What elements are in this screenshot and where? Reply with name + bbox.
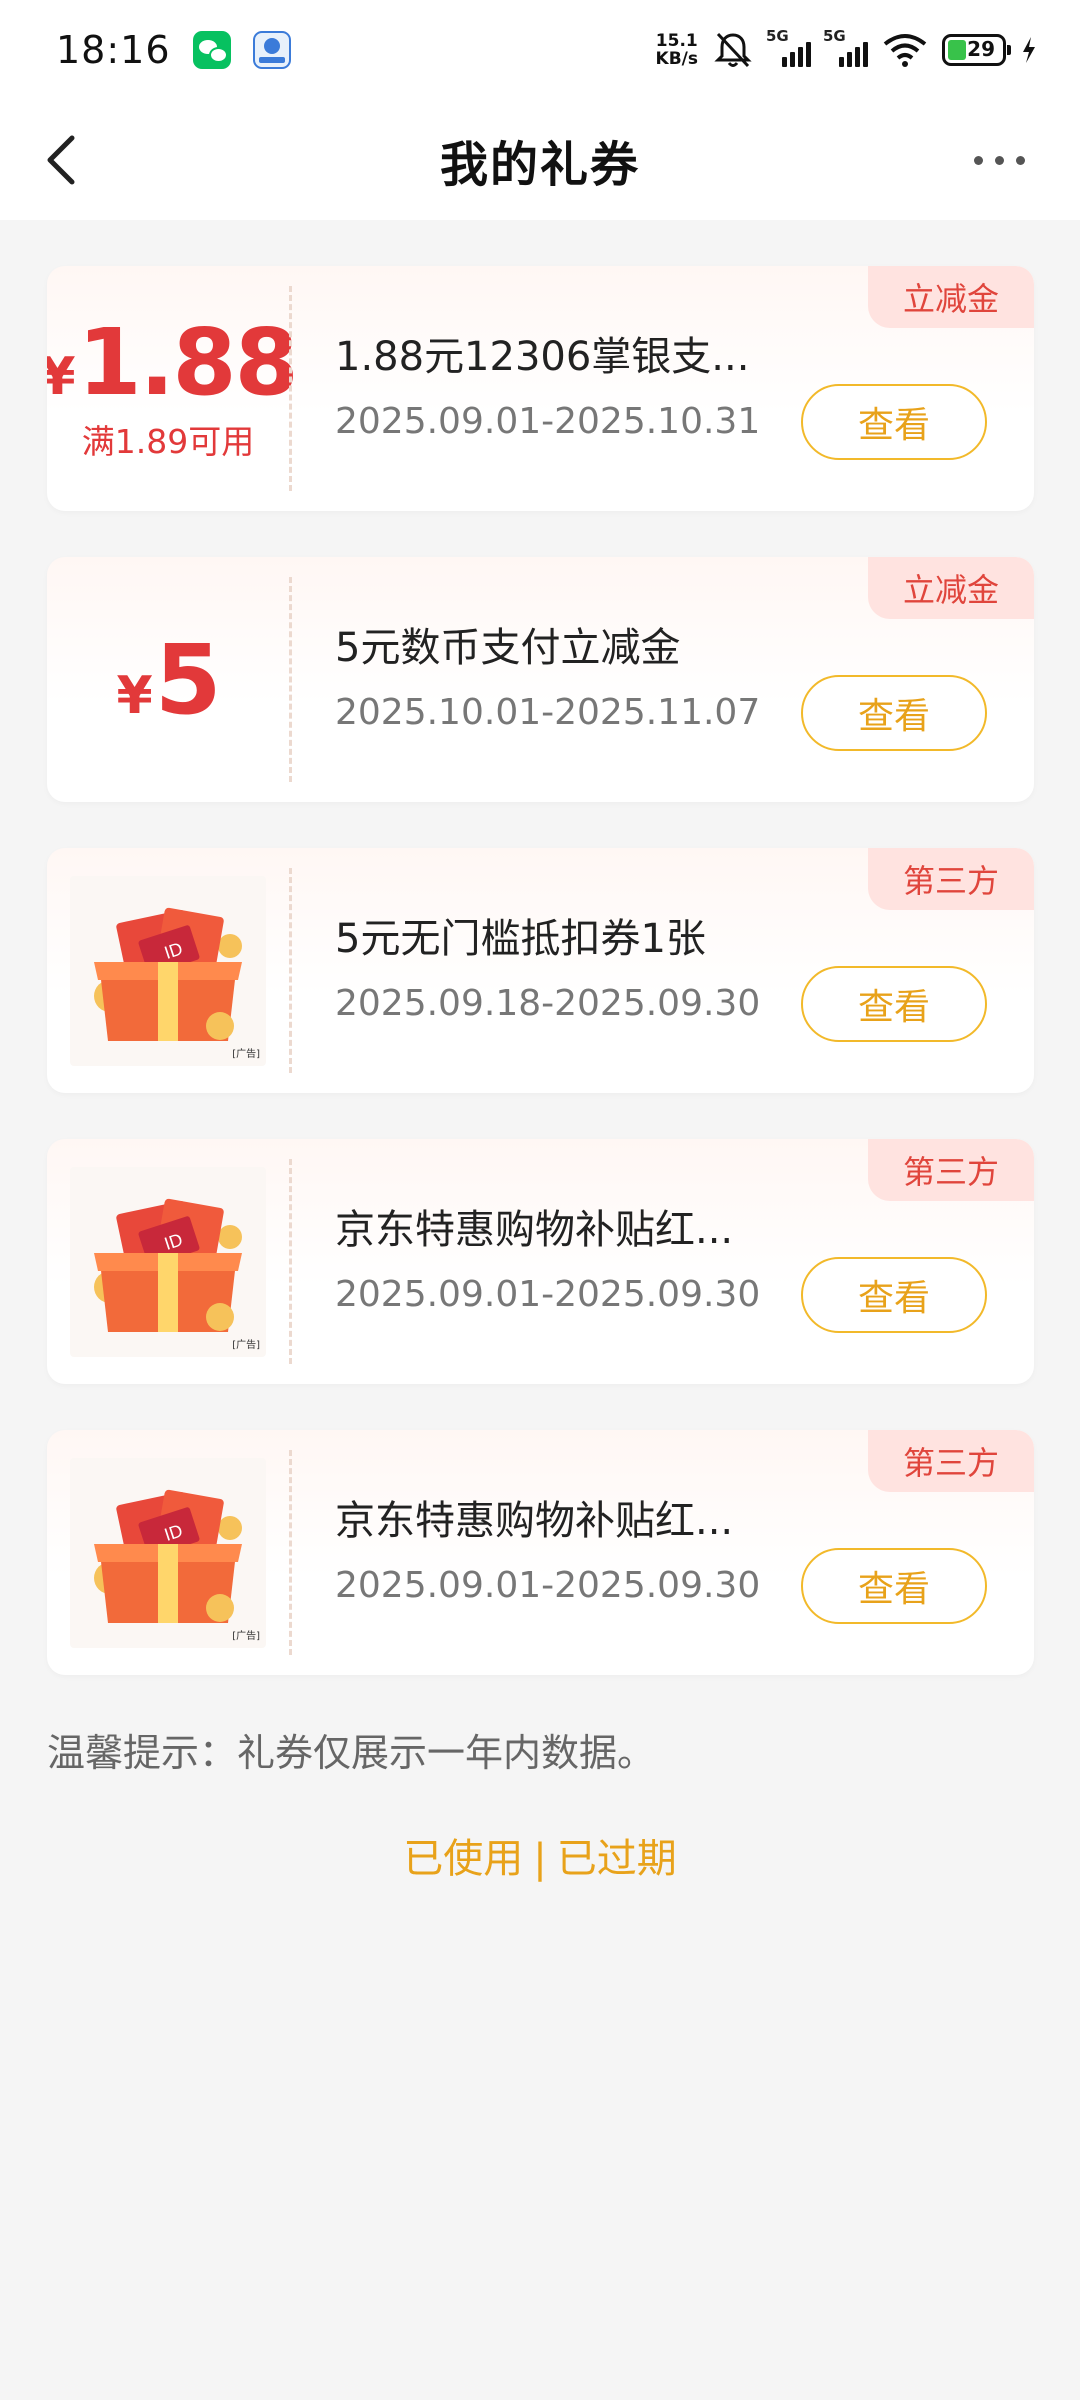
network-speed: 15.1 KB/s <box>656 32 698 68</box>
coupon-validity: 2025.10.01-2025.11.07 <box>335 692 761 733</box>
more-dot-icon <box>973 155 983 165</box>
coupon-image-area: ID [广告] <box>47 848 289 1093</box>
coupon-value: ¥ 1.88 满1.89可用 <box>47 266 299 511</box>
signal-2: 5G <box>823 27 868 67</box>
gift-box-image: ID [广告] <box>70 1457 266 1648</box>
dashed-divider <box>289 1159 292 1364</box>
gift-box-icon: ID <box>94 1198 242 1332</box>
expired-coupons-link[interactable]: 已过期 <box>557 1836 677 1882</box>
more-dot-icon <box>994 155 1004 165</box>
coupon-card[interactable]: ¥ 1.88 满1.89可用 1.88元12306掌银支... 2025.09.… <box>47 266 1034 511</box>
view-button[interactable]: 查看 <box>801 675 987 751</box>
view-button[interactable]: 查看 <box>801 966 987 1042</box>
currency-symbol: ¥ <box>116 665 153 726</box>
coupon-card[interactable]: ID [广告] 京东特惠购物补贴红... 2025.09.01-2025.09.… <box>47 1430 1034 1675</box>
status-right: 15.1 KB/s 5G 5G 29 <box>656 27 1038 70</box>
link-separator: | <box>533 1836 547 1882</box>
coupon-card[interactable]: ID [广告] 5元无门槛抵扣券1张 2025.09.18-2025.09.30… <box>47 848 1034 1093</box>
coupon-value: ¥ 5 <box>47 557 289 802</box>
network-speed-unit: KB/s <box>655 49 698 69</box>
coupon-type-badge: 立减金 <box>868 557 1034 619</box>
battery-fill <box>948 40 966 60</box>
coupon-type-badge: 立减金 <box>868 266 1034 328</box>
coupon-title: 京东特惠购物补贴红... <box>335 1498 734 1544</box>
coupon-image-area: ID [广告] <box>47 1139 289 1384</box>
coupon-title: 5元无门槛抵扣券1张 <box>335 916 706 962</box>
wifi-icon <box>883 34 927 67</box>
amount-value: 1.88 <box>77 308 299 416</box>
battery-level: 29 <box>967 37 995 61</box>
coupon-title: 京东特惠购物补贴红... <box>335 1207 734 1253</box>
ad-label: [广告] <box>232 1048 260 1060</box>
coupon-type-badge: 第三方 <box>868 1139 1034 1201</box>
more-dot-icon <box>1015 155 1025 165</box>
dashed-divider <box>289 1450 292 1655</box>
gift-box-image: ID [广告] <box>70 875 266 1066</box>
battery-icon: 29 <box>942 34 1011 66</box>
page-title: 我的礼券 <box>439 137 640 193</box>
signal-1: 5G <box>766 27 811 67</box>
status-bar: 18:16 15.1 KB/s 5G 5G 29 <box>0 0 1080 100</box>
history-links: 已使用 | 已过期 <box>0 1826 1080 1884</box>
wechat-notification-icon <box>192 31 231 69</box>
view-button[interactable]: 查看 <box>801 1548 987 1624</box>
signal-1-label: 5G <box>766 27 789 45</box>
view-button[interactable]: 查看 <box>801 384 987 460</box>
signal-2-label: 5G <box>823 27 846 45</box>
charging-icon <box>1023 37 1035 63</box>
currency-symbol: ¥ <box>47 346 76 407</box>
coupon-amount: ¥ 5 <box>116 623 222 736</box>
tip-text: 温馨提示：礼券仅展示一年内数据。 <box>47 1731 656 1775</box>
coupon-validity: 2025.09.01-2025.09.30 <box>335 1274 761 1315</box>
ad-label: [广告] <box>232 1630 260 1642</box>
dashed-divider <box>289 868 292 1073</box>
coupon-title: 1.88元12306掌银支... <box>335 334 750 380</box>
coupon-card[interactable]: ID [广告] 京东特惠购物补贴红... 2025.09.01-2025.09.… <box>47 1139 1034 1384</box>
coupon-amount: ¥ 1.88 <box>47 308 299 416</box>
dashed-divider <box>289 577 292 782</box>
amount-value: 5 <box>154 623 222 736</box>
back-button[interactable] <box>38 122 118 198</box>
coupon-list: ¥ 1.88 满1.89可用 1.88元12306掌银支... 2025.09.… <box>47 266 1034 1721</box>
coupon-type-badge: 第三方 <box>868 1430 1034 1492</box>
bank-app-notification-icon <box>252 31 291 69</box>
coupon-condition: 满1.89可用 <box>81 421 255 461</box>
gift-box-icon: ID <box>94 1489 242 1623</box>
nav-bar: 我的礼券 <box>0 100 1080 220</box>
chevron-left-icon <box>47 135 75 185</box>
dashed-divider <box>289 286 292 491</box>
coupon-card[interactable]: ¥ 5 5元数币支付立减金 2025.10.01-2025.11.07 立减金 … <box>47 557 1034 802</box>
network-speed-value: 15.1 <box>655 31 698 51</box>
used-coupons-link[interactable]: 已使用 <box>403 1836 523 1882</box>
mute-icon <box>714 32 752 68</box>
gift-box-image: ID [广告] <box>70 1166 266 1357</box>
coupon-image-area: ID [广告] <box>47 1430 289 1675</box>
coupon-validity: 2025.09.01-2025.09.30 <box>335 1565 761 1606</box>
status-time: 18:16 <box>56 28 171 72</box>
coupon-type-badge: 第三方 <box>868 848 1034 910</box>
status-left: 18:16 <box>56 28 291 72</box>
coupon-validity: 2025.09.01-2025.10.31 <box>335 401 761 442</box>
coupon-validity: 2025.09.18-2025.09.30 <box>335 983 761 1024</box>
more-button[interactable] <box>954 122 1044 198</box>
ad-label: [广告] <box>232 1339 260 1351</box>
view-button[interactable]: 查看 <box>801 1257 987 1333</box>
coupon-title: 5元数币支付立减金 <box>335 625 681 671</box>
gift-box-icon: ID <box>94 907 242 1041</box>
